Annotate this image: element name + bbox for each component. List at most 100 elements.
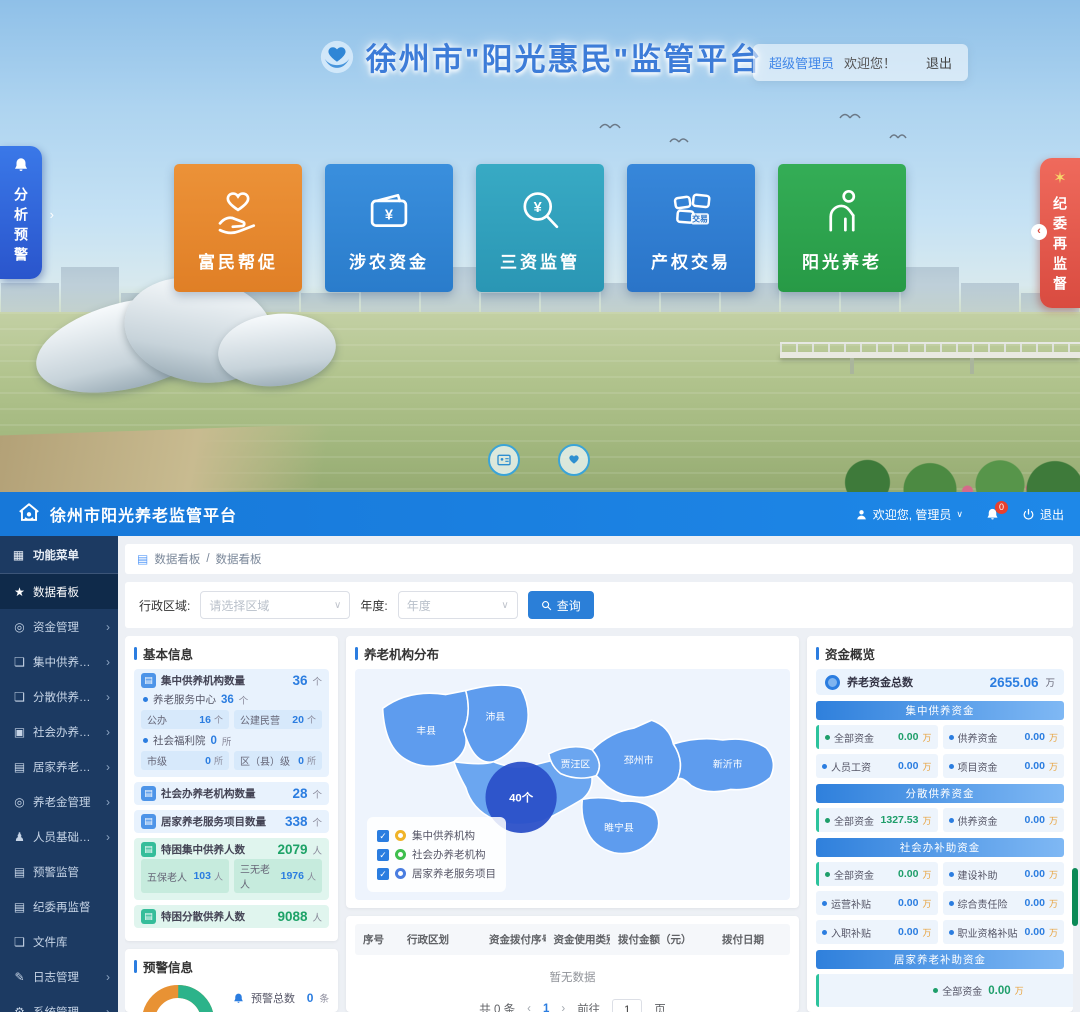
fund-stat: 供养资金0.00万 xyxy=(943,808,1065,832)
xuzhou-district-map[interactable]: 丰县 沛县 贾汪区 邳州市 新沂市 睢宁县 40个 xyxy=(355,669,790,900)
fund-total-card: 养老资金总数 2655.06 万 xyxy=(816,669,1064,695)
stat-bullet: 养老服务中心36个 xyxy=(143,692,322,707)
institution-map-panel: 养老机构分布 xyxy=(346,636,799,908)
svg-text:交易: 交易 xyxy=(692,213,708,223)
dashboard-logo-icon xyxy=(16,501,42,527)
sidebar-item-5[interactable]: ▤居家养老服务项目› xyxy=(0,749,118,784)
next-page-button[interactable]: › xyxy=(561,1003,565,1012)
folder-icon: ❏ xyxy=(13,690,26,704)
user-icon xyxy=(855,508,868,521)
tile-yangguang-yanglao[interactable]: 阳光养老 xyxy=(778,164,906,292)
tile-chanquan-jiaoyi[interactable]: 交易 产权交易 xyxy=(627,164,755,292)
birds xyxy=(590,108,910,158)
ribbon-label: 纪委再监督 xyxy=(1050,196,1070,296)
chevron-right-icon: › xyxy=(106,620,110,634)
warning-stat-total: 预警总数 0 条 xyxy=(232,990,329,1006)
building-icon: ▣ xyxy=(13,725,26,739)
heart-care-button[interactable] xyxy=(558,444,590,476)
star-icon: ★ xyxy=(13,585,26,599)
sidebar-item-3[interactable]: ❏分散供养资金› xyxy=(0,679,118,714)
sidebar-item-10[interactable]: ❏文件库 xyxy=(0,924,118,959)
user-menu[interactable]: 欢迎您, 管理员 ∨ xyxy=(855,506,963,523)
fund-stat: 建设补助0.00万 xyxy=(943,862,1065,886)
chevron-right-icon: › xyxy=(50,207,54,222)
bell-icon xyxy=(232,992,245,1005)
fund-section-header: 分散供养资金 xyxy=(816,784,1064,803)
elder-person-icon xyxy=(815,184,869,238)
sidebar-item-1[interactable]: ◎资金管理› xyxy=(0,609,118,644)
sidebar-item-0[interactable]: ★数据看板 xyxy=(0,574,118,609)
fund-stat: 项目资金0.00万 xyxy=(943,754,1065,778)
id-card-button[interactable] xyxy=(488,444,520,476)
table-pagination: 共 0 条 ‹ 1 › 前往 1 页 xyxy=(355,995,790,1012)
fund-allocation-table-panel: 序号 行政区划 资金拨付序号 资金使用类别 拨付金额（元） 拨付日期 暂无数据 … xyxy=(346,916,799,1012)
edit-icon: ✎ xyxy=(13,970,26,984)
party-emblem-icon: ✶ xyxy=(1040,168,1080,188)
sidebar-item-12[interactable]: ⚙系统管理› xyxy=(0,994,118,1012)
coin-circle-icon xyxy=(825,675,840,690)
hero-logout-link[interactable]: 退出 xyxy=(926,53,952,72)
checkbox-checked[interactable]: ✓ xyxy=(377,830,389,842)
stat-card: ▤集中供养机构数量36个养老服务中心36个公办16个公建民营20个社会福利院0所… xyxy=(134,669,329,777)
fund-section-header: 居家养老补助资金 xyxy=(816,950,1064,969)
table-header-row: 序号 行政区划 资金拨付序号 资金使用类别 拨付金额（元） 拨付日期 xyxy=(355,924,790,955)
person-icon: ♟ xyxy=(13,830,26,844)
region-select[interactable]: 请选择区域 ∨ xyxy=(200,591,350,619)
hero-floating-buttons xyxy=(488,444,590,476)
sidebar-item-4[interactable]: ▣社会办养老机构› xyxy=(0,714,118,749)
chevron-right-icon: › xyxy=(106,690,110,704)
wallet-yuan-icon: ¥ xyxy=(362,184,416,238)
fund-stat: 人员工资0.00万 xyxy=(816,754,938,778)
breadcrumb-root[interactable]: 数据看板 xyxy=(154,551,200,567)
fund-section-header: 集中供养资金 xyxy=(816,701,1064,720)
sidebar-item-9[interactable]: ▤纪委再监督 xyxy=(0,889,118,924)
goto-page-input[interactable]: 1 xyxy=(612,999,642,1012)
welcome-text: 欢迎您！ xyxy=(844,53,896,72)
analysis-warning-ribbon[interactable]: 分析预警 › xyxy=(0,146,42,279)
jiwei-supervision-ribbon[interactable]: ✶ 纪委再监督 ‹ xyxy=(1040,158,1080,308)
checkbox-checked[interactable]: ✓ xyxy=(377,849,389,861)
svg-text:¥: ¥ xyxy=(385,207,394,223)
sidebar-item-6[interactable]: ◎养老金管理› xyxy=(0,784,118,819)
tile-sanzi-jianguan[interactable]: ¥ 三资监管 xyxy=(476,164,604,292)
basic-info-panel: 基本信息 ▤集中供养机构数量36个养老服务中心36个公办16个公建民营20个社会… xyxy=(125,636,338,941)
search-button[interactable]: 查询 xyxy=(528,591,594,619)
checkbox-checked[interactable]: ✓ xyxy=(377,868,389,880)
notification-badge: 0 xyxy=(995,501,1008,514)
flower-bushes xyxy=(830,444,1080,492)
doc-icon: ▤ xyxy=(141,814,156,829)
sidebar-item-11[interactable]: ✎日志管理› xyxy=(0,959,118,994)
bridge xyxy=(780,338,1080,374)
chevron-right-icon: › xyxy=(106,795,110,809)
logout-button[interactable]: 退出 xyxy=(1022,506,1064,523)
map-legend: ✓ 集中供养机构 ✓ 社会办养老机构 ✓ xyxy=(367,817,506,892)
page-scrollbar-thumb[interactable] xyxy=(1072,868,1078,926)
sidebar-menu-header: ▦ 功能菜单 xyxy=(0,536,118,574)
grid-menu-icon: ▦ xyxy=(12,548,25,562)
fund-stat: 全部资金1327.53万 xyxy=(816,808,938,832)
svg-text:丰县: 丰县 xyxy=(416,724,436,737)
dashboard: 徐州市阳光养老监管平台 欢迎您, 管理员 ∨ 0 退出 xyxy=(0,492,1080,1012)
tile-shenong-zijin[interactable]: ¥ 涉农资金 xyxy=(325,164,453,292)
sidebar-item-2[interactable]: ❏集中供养资金› xyxy=(0,644,118,679)
chevron-right-icon: › xyxy=(106,725,110,739)
svg-text:睢宁县: 睢宁县 xyxy=(604,821,634,834)
sidebar-item-8[interactable]: ▤预警监管 xyxy=(0,854,118,889)
doc-icon: ▤ xyxy=(141,909,156,924)
chevron-down-icon: ∨ xyxy=(501,600,508,611)
notifications-button[interactable]: 0 xyxy=(985,507,1000,522)
tile-fumin-bangcu[interactable]: 富民帮促 xyxy=(174,164,302,292)
fund-overview-panel: 资金概览 养老资金总数 2655.06 万 集中供养资金全部资金0.00万供养资… xyxy=(807,636,1073,1012)
year-select[interactable]: 年度 ∨ xyxy=(398,591,518,619)
page-number[interactable]: 1 xyxy=(543,1003,549,1012)
filter-bar: 行政区域: 请选择区域 ∨ 年度: 年度 ∨ 查询 xyxy=(125,582,1073,628)
sidebar-item-7[interactable]: ♟人员基础信息› xyxy=(0,819,118,854)
svg-text:40个: 40个 xyxy=(509,790,534,804)
fund-stat: 全部资金0.00万 xyxy=(816,974,1073,1007)
prev-page-button[interactable]: ‹ xyxy=(527,1003,531,1012)
dashboard-header: 徐州市阳光养老监管平台 欢迎您, 管理员 ∨ 0 退出 xyxy=(0,492,1080,536)
coin-icon: ◎ xyxy=(13,795,26,809)
stat-chip: 区（县）级0所 xyxy=(234,751,322,770)
fund-stat: 综合责任险0.00万 xyxy=(943,891,1065,915)
panel-title: 基本信息 xyxy=(134,644,329,663)
